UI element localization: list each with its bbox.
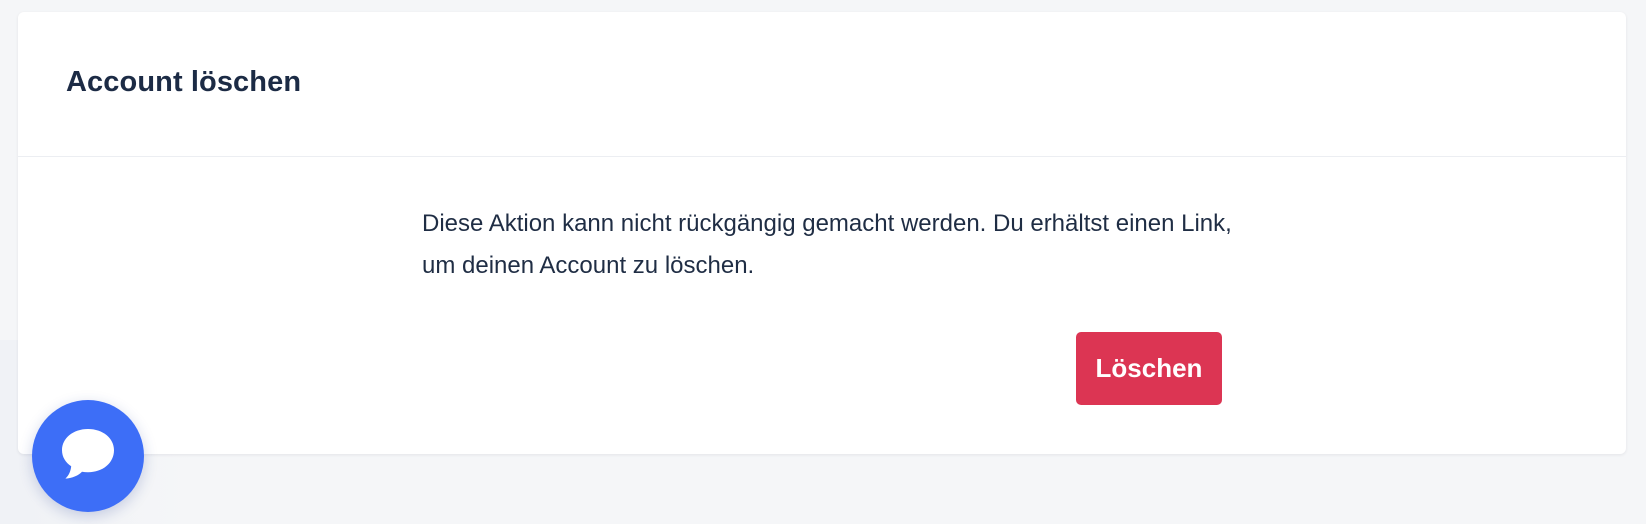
chat-bubble-icon <box>58 425 118 488</box>
delete-account-card: Account löschen Diese Aktion kann nicht … <box>18 12 1626 454</box>
card-title: Account löschen <box>66 66 302 98</box>
delete-account-button[interactable]: Löschen <box>1076 332 1222 405</box>
card-header: Account löschen <box>18 12 1626 157</box>
chat-launcher-button[interactable] <box>32 400 144 512</box>
card-body: Diese Aktion kann nicht rückgängig gemac… <box>18 157 1626 454</box>
delete-account-description: Diese Aktion kann nicht rückgängig gemac… <box>422 210 1232 279</box>
